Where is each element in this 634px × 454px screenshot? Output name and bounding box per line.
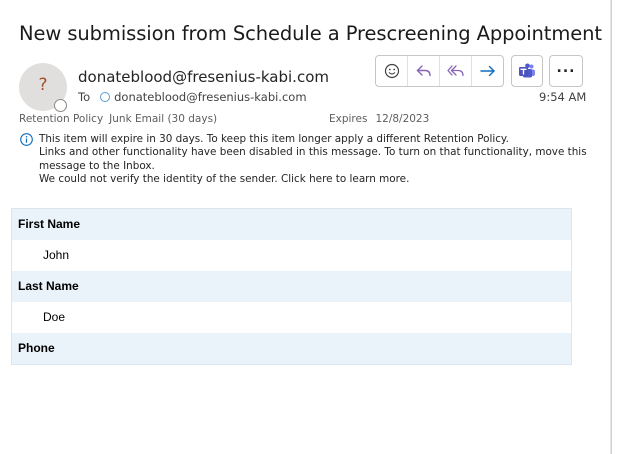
field-value-last-name: Doe (11, 302, 572, 333)
links-disabled-notice: Links and other functionality have been … (39, 146, 587, 172)
more-options-icon: ... (556, 60, 576, 76)
recipient-row: To donateblood@fresenius-kabi.com (78, 90, 307, 104)
retention-label: Retention Policy (19, 113, 104, 125)
message-notice: This item will expire in 30 days. To kee… (39, 133, 587, 187)
field-label-phone: Phone (11, 333, 572, 365)
forward-icon (479, 65, 495, 77)
expiry-info: Expires 12/8/2023 (329, 113, 429, 125)
message-subject: New submission from Schedule a Prescreen… (19, 22, 602, 45)
field-value-first-name: John (11, 240, 572, 271)
more-actions-button[interactable]: ... (549, 55, 583, 87)
expires-label: Expires (329, 113, 368, 125)
emoji-react-icon (384, 63, 399, 79)
field-label-first-name: First Name (11, 208, 572, 240)
teams-icon (519, 63, 535, 78)
submission-table: First Name John Last Name Doe Phone (11, 208, 572, 365)
to-label: To (78, 90, 91, 104)
reply-button[interactable] (408, 56, 440, 86)
recipient-presence-icon (100, 92, 111, 102)
unverified-sender-link[interactable]: We could not verify the identity of the … (39, 173, 587, 186)
sender-address[interactable]: donateblood@fresenius-kabi.com (78, 68, 329, 86)
share-to-teams-button[interactable] (511, 55, 543, 87)
reply-all-button[interactable] (440, 56, 472, 86)
retention-value: Junk Email (30 days) (109, 113, 218, 125)
retention-policy: Retention Policy Junk Email (30 days) (19, 113, 217, 125)
expiry-notice: This item will expire in 30 days. To kee… (39, 133, 509, 145)
avatar[interactable]: ? (19, 63, 67, 112)
pane-divider (610, 0, 634, 454)
reply-all-icon (446, 65, 464, 77)
expires-value: 12/8/2023 (375, 113, 430, 125)
forward-button[interactable] (472, 56, 503, 86)
field-label-last-name: Last Name (11, 271, 572, 302)
reading-pane: New submission from Schedule a Prescreen… (0, 0, 610, 454)
reply-icon (416, 65, 431, 77)
pane-border (611, 0, 612, 454)
info-icon (20, 133, 33, 146)
received-time: 9:54 AM (539, 90, 587, 104)
avatar-initial: ? (38, 75, 48, 95)
message-action-group (375, 55, 504, 87)
recipient-address[interactable]: donateblood@fresenius-kabi.com (114, 90, 306, 104)
emoji-react-button[interactable] (376, 56, 408, 86)
presence-status-icon (54, 99, 67, 112)
